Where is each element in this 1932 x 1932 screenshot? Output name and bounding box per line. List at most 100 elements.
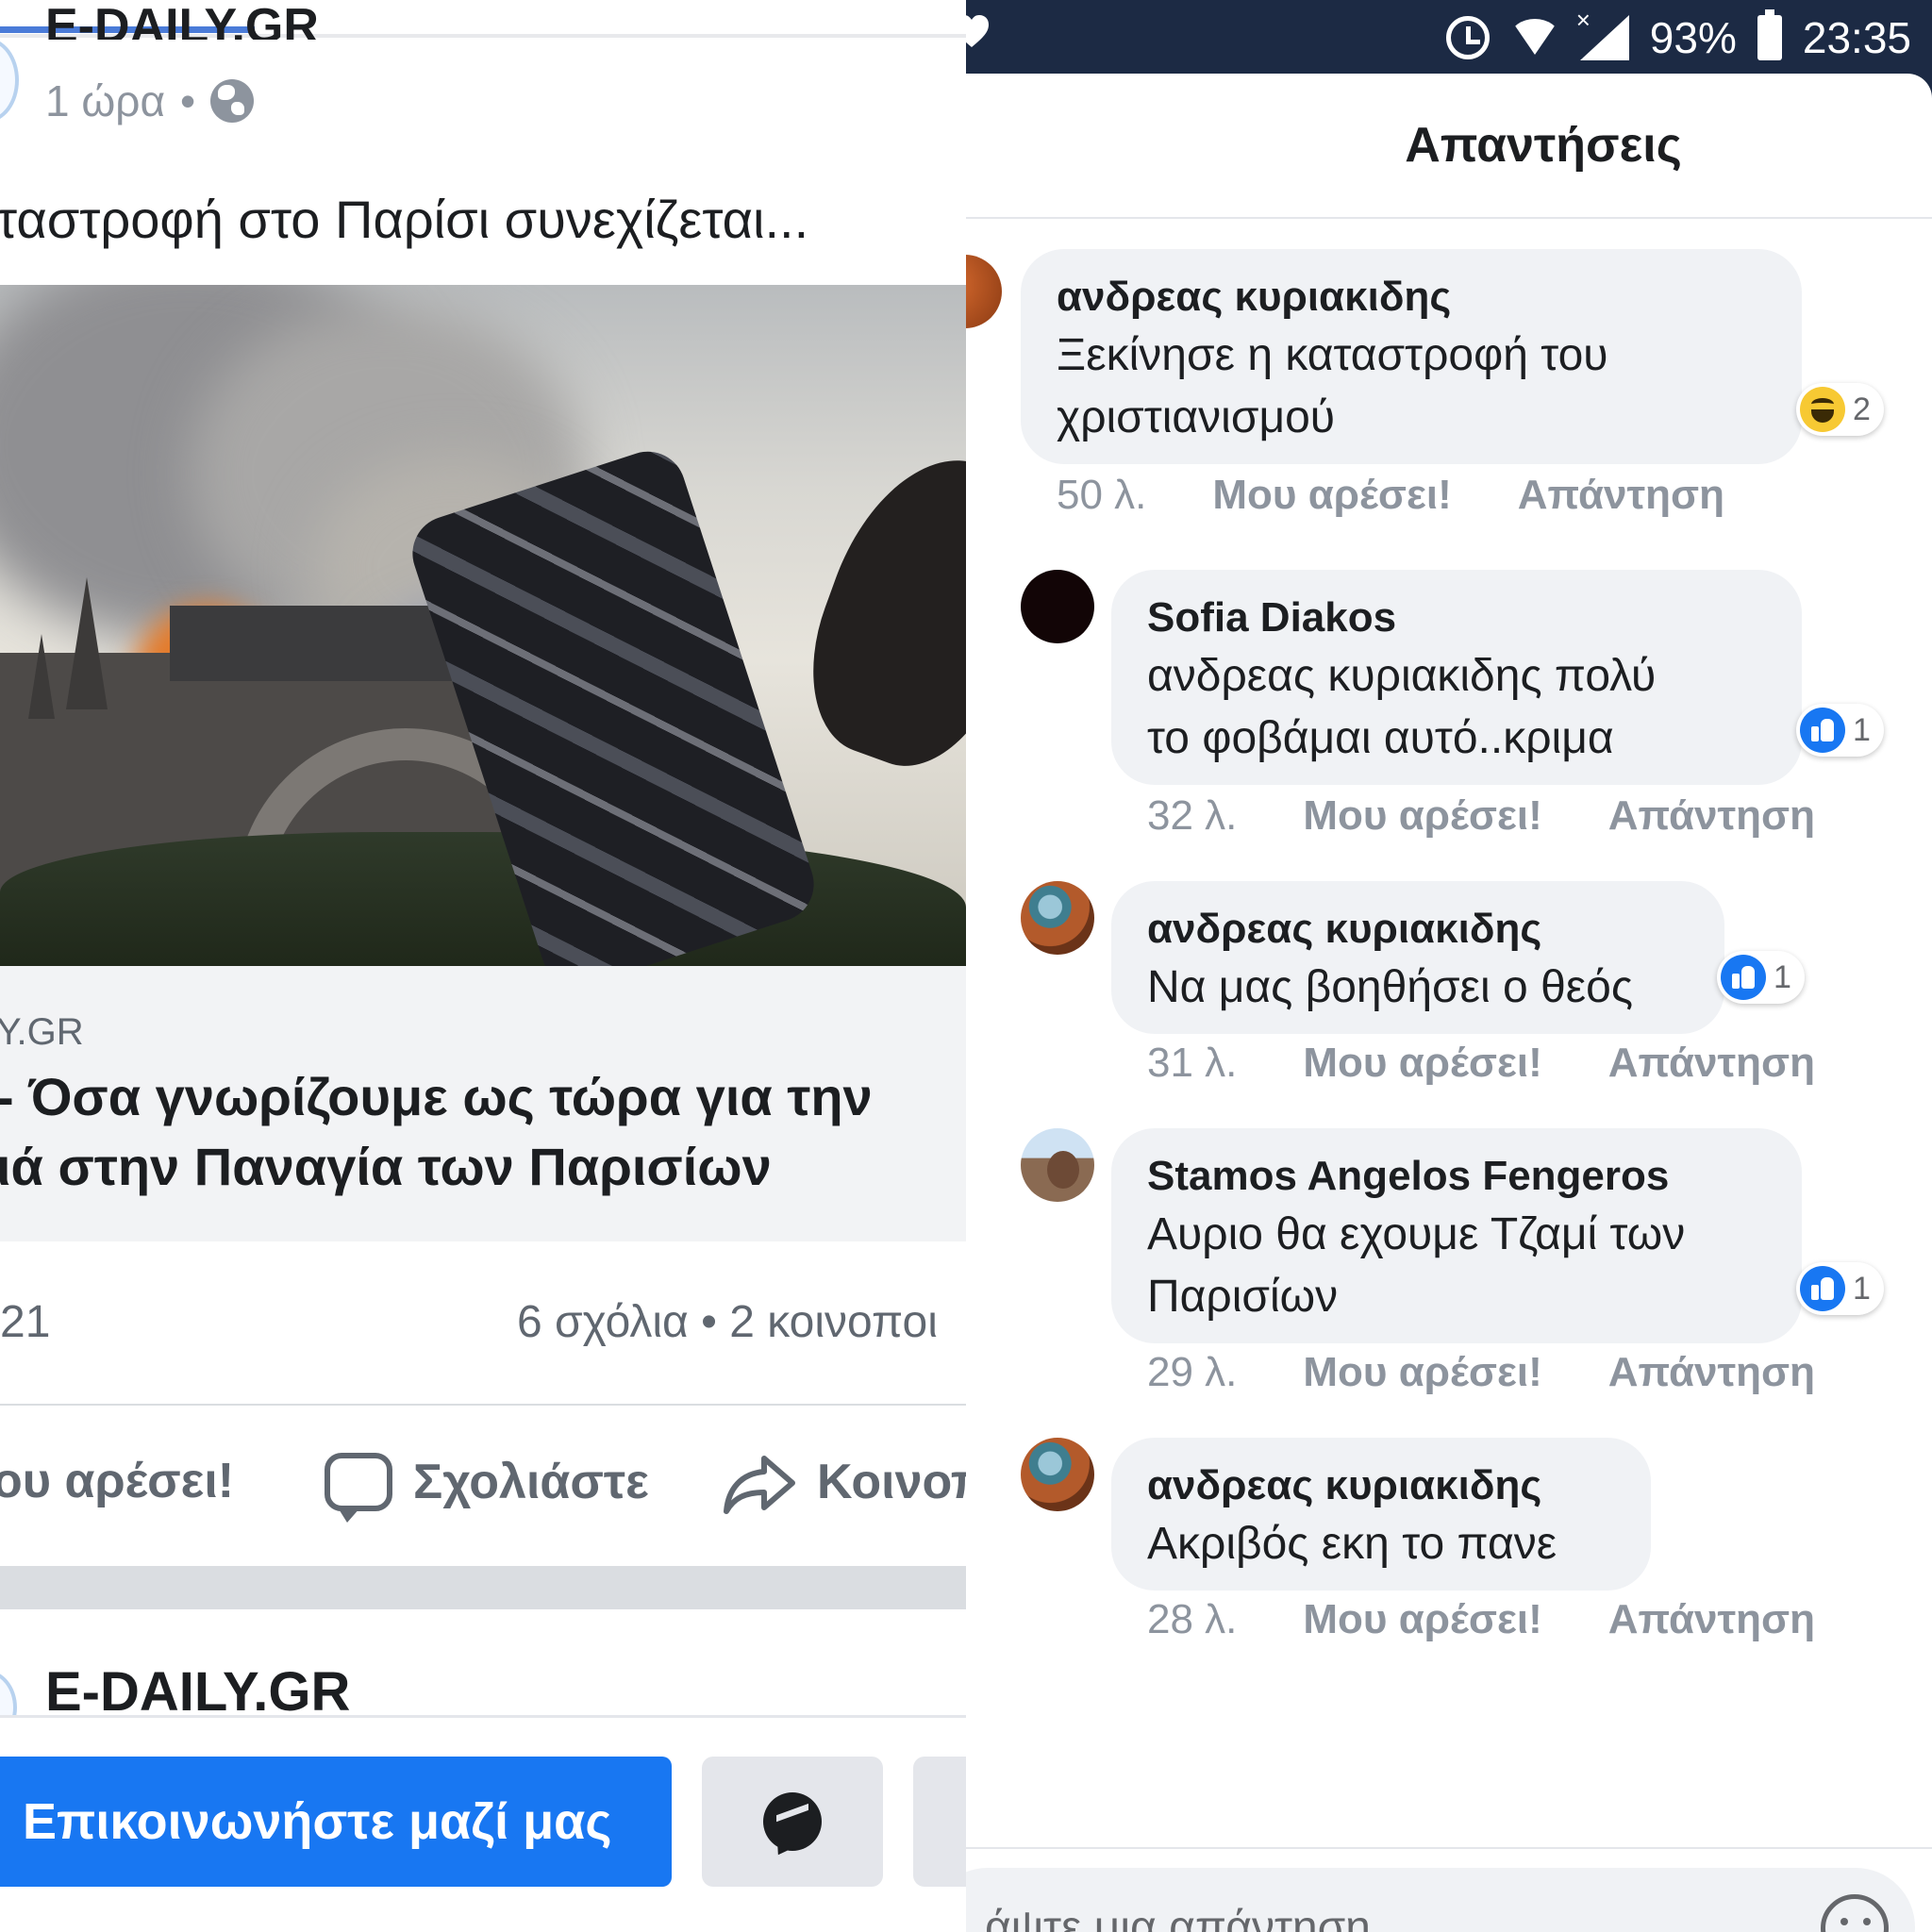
comment-age[interactable]: 29 λ.: [1147, 1349, 1237, 1396]
signal-icon: ×: [1576, 6, 1629, 60]
like-action[interactable]: Μου αρέσει!: [1212, 472, 1451, 519]
like-action[interactable]: Μου αρέσει!: [1303, 792, 1541, 840]
more-button[interactable]: [913, 1757, 966, 1887]
comment-age[interactable]: 31 λ.: [1147, 1040, 1237, 1087]
emoji-icon[interactable]: [1821, 1894, 1889, 1932]
link-title-line: - Όσα γνωρίζουμε ως τώρα για την: [0, 1067, 873, 1126]
cathedral-spire: [28, 634, 55, 719]
comment-bubble: ανδρεας κυριακιδης Ακριβός εκη το πανε: [1111, 1438, 1651, 1591]
divider: [0, 1404, 966, 1406]
reply-action[interactable]: Απάντηση: [1518, 472, 1724, 519]
reaction-badge[interactable]: 2: [1796, 383, 1884, 436]
reply-action[interactable]: Απάντηση: [1608, 1596, 1815, 1643]
header-divider: [966, 217, 1932, 219]
like-reaction-icon: [1721, 955, 1766, 1000]
contact-us-button[interactable]: Επικοινωνήστε μαζί μας: [0, 1757, 672, 1887]
page-name[interactable]: E-DAILY.GR: [45, 6, 319, 40]
reaction-count: 2: [1853, 391, 1871, 427]
comment-age[interactable]: 28 λ.: [1147, 1596, 1237, 1643]
page-title: Απαντήσεις: [1405, 118, 1682, 173]
reaction-badge[interactable]: 1: [1717, 951, 1805, 1004]
comments-shares-count[interactable]: 6 σχόλια • 2 κοινοποι: [517, 1296, 938, 1348]
battery-percent: 93%: [1649, 13, 1737, 62]
comment-author[interactable]: ανδρεας κυριακιδης: [1147, 902, 1689, 957]
share-icon: [723, 1453, 796, 1514]
composer-divider: [966, 1847, 1932, 1849]
next-post-page-name[interactable]: E-DAILY.GR: [45, 1660, 350, 1724]
globe-icon: [210, 79, 255, 123]
comment-text: Να μας βοηθήσει ο θεός: [1147, 962, 1633, 1012]
avatar[interactable]: [1021, 1128, 1094, 1202]
heart-icon: [966, 15, 989, 47]
reaction-count: 1: [1853, 711, 1871, 748]
screenshot-root: E-DAILY.GR 1 ώρα • ταστροφή στο Παρίσι σ…: [0, 0, 1932, 1932]
comment-button[interactable]: Σχολιάστε: [325, 1453, 649, 1523]
reply-action[interactable]: Απάντηση: [1608, 792, 1815, 840]
post-time[interactable]: 1 ώρα: [45, 75, 165, 126]
comment-actions: 50 λ. Μου αρέσει! Απάντηση: [1057, 472, 1724, 519]
comment-label: Σχολιάστε: [413, 1455, 649, 1509]
comment-age[interactable]: 50 λ.: [1057, 472, 1146, 519]
share-button[interactable]: Κοινοπ: [723, 1453, 966, 1514]
comment-author[interactable]: ανδρεας κυριακιδης: [1057, 270, 1766, 325]
like-label: ου αρέσει!: [0, 1454, 235, 1508]
cathedral-spire: [66, 577, 108, 709]
replies-pane: × 93% 23:35 Απαντήσεις ανδρεας κυριακιδη…: [966, 0, 1932, 1932]
status-icons: × 93% 23:35: [1445, 0, 1911, 75]
trees: [0, 832, 966, 966]
comment-actions: 32 λ. Μου αρέσει! Απάντηση: [1147, 792, 1815, 840]
like-reaction-icon: [1800, 1266, 1845, 1311]
clock: 23:35: [1802, 13, 1911, 62]
comment-author[interactable]: Sofia Diakos: [1147, 591, 1766, 645]
reaction-count: 1: [1774, 958, 1791, 995]
comment-author[interactable]: ανδρεας κυριακιδης: [1147, 1458, 1615, 1513]
comment-text: Ξεκίνησε η καταστροφή του: [1057, 330, 1608, 380]
comment-actions: 31 λ. Μου αρέσει! Απάντηση: [1147, 1040, 1815, 1087]
comment-actions: 29 λ. Μου αρέσει! Απάντηση: [1147, 1349, 1815, 1396]
comment-text: χριστιανισμού: [1057, 392, 1336, 442]
like-button[interactable]: ου αρέσει!: [0, 1453, 234, 1509]
comment-text: ανδρεας κυριακιδης πολύ: [1147, 651, 1657, 701]
comment-text: Αυριο θα εχουμε Τζαμί των: [1147, 1209, 1686, 1259]
alarm-icon: [1445, 16, 1490, 59]
avatar[interactable]: [1021, 570, 1094, 643]
messenger-button[interactable]: [702, 1757, 883, 1887]
comment-bubble: ανδρεας κυριακιδης Ξεκίνησε η καταστροφή…: [1021, 249, 1802, 464]
comment-text: Παρισίων: [1147, 1272, 1339, 1322]
cathedral-roof: [170, 606, 472, 681]
link-domain: Y.GR: [0, 1011, 84, 1053]
comment-age[interactable]: 32 λ.: [1147, 792, 1237, 840]
reactions-count[interactable]: 21: [0, 1296, 50, 1348]
like-action[interactable]: Μου αρέσει!: [1303, 1040, 1541, 1087]
battery-icon: [1757, 9, 1782, 60]
avatar[interactable]: [1021, 881, 1094, 955]
messenger-icon: [763, 1792, 822, 1851]
comment-bubble: Stamos Angelos Fengeros Αυριο θα εχουμε …: [1111, 1128, 1802, 1343]
wifi-icon: [1509, 19, 1559, 57]
status-bar: × 93% 23:35: [966, 0, 1932, 74]
post-image[interactable]: [0, 285, 966, 966]
avatar[interactable]: [1021, 1438, 1094, 1511]
comment-icon: [325, 1453, 392, 1523]
comment-actions: 28 λ. Μου αρέσει! Απάντηση: [1147, 1596, 1815, 1643]
post-pane: E-DAILY.GR 1 ώρα • ταστροφή στο Παρίσι σ…: [0, 0, 966, 1932]
like-action[interactable]: Μου αρέσει!: [1303, 1596, 1541, 1643]
reaction-badge[interactable]: 1: [1796, 704, 1884, 757]
comment-author[interactable]: Stamos Angelos Fengeros: [1147, 1149, 1766, 1204]
replies-sheet: Απαντήσεις ανδρεας κυριακιδης Ξεκίνησε η…: [966, 74, 1932, 1932]
reply-action[interactable]: Απάντηση: [1608, 1349, 1815, 1396]
avatar[interactable]: [966, 255, 1002, 328]
reaction-count: 1: [1853, 1270, 1871, 1307]
reply-input[interactable]: άψτε μια απάντηση...: [966, 1868, 1915, 1932]
comment-text: Ακριβός εκη το πανε: [1147, 1519, 1557, 1569]
reaction-badge[interactable]: 1: [1796, 1262, 1884, 1315]
page-avatar[interactable]: [0, 38, 19, 123]
comment-bubble: ανδρεας κυριακιδης Να μας βοηθήσει ο θεό…: [1111, 881, 1724, 1034]
like-action[interactable]: Μου αρέσει!: [1303, 1349, 1541, 1396]
meta-separator: •: [180, 76, 196, 125]
reply-input-placeholder: άψτε μια απάντηση...: [985, 1902, 1408, 1932]
link-title[interactable]: - Όσα γνωρίζουμε ως τώρα για την ιά στην…: [0, 1062, 873, 1202]
reply-action[interactable]: Απάντηση: [1608, 1040, 1815, 1087]
link-title-line: ιά στην Παναγία των Παρισίων: [0, 1137, 772, 1196]
like-reaction-icon: [1800, 708, 1845, 753]
